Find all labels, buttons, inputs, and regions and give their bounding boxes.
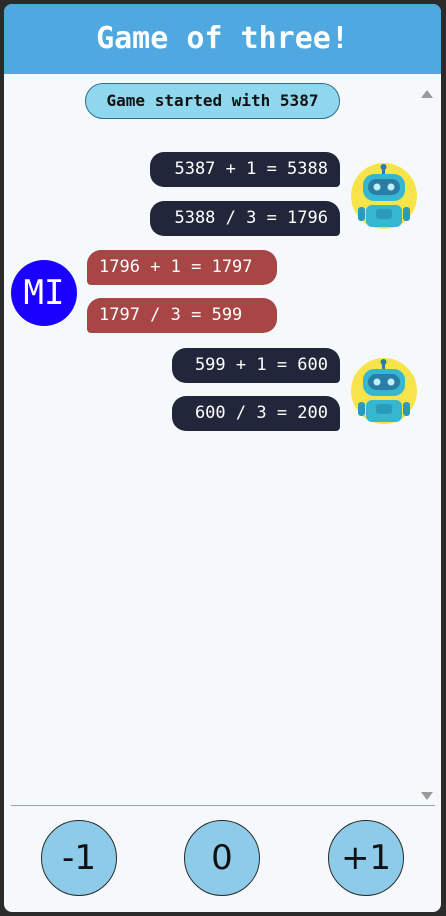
plus-one-button[interactable]: +1 <box>328 820 404 896</box>
zero-button[interactable]: 0 <box>184 820 260 896</box>
user-avatar: MI <box>11 260 77 326</box>
scroll-up-icon[interactable] <box>421 90 433 98</box>
page-title: Game of three! <box>4 4 441 74</box>
bot-message: 5387 + 1 = 5388 <box>150 152 340 187</box>
scroll-down-icon[interactable] <box>421 792 433 800</box>
divider <box>11 805 435 806</box>
game-window: Game of three! Game started with 5387 53… <box>4 4 441 912</box>
game-start-notice: Game started with 5387 <box>85 83 340 119</box>
minus-one-button[interactable]: -1 <box>41 820 117 896</box>
bot-message: 5388 / 3 = 1796 <box>150 201 340 236</box>
user-message: 1796 + 1 = 1797 <box>87 250 277 285</box>
robot-avatar-icon <box>351 358 417 424</box>
chat-log[interactable]: Game started with 5387 5387 + 1 = 5388 5… <box>4 74 441 807</box>
robot-avatar-icon <box>351 163 417 229</box>
user-message: 1797 / 3 = 599 <box>87 298 277 333</box>
bot-message: 600 / 3 = 200 <box>172 396 340 431</box>
bot-message: 599 + 1 = 600 <box>172 348 340 383</box>
chat-scrollbar[interactable] <box>423 84 437 809</box>
